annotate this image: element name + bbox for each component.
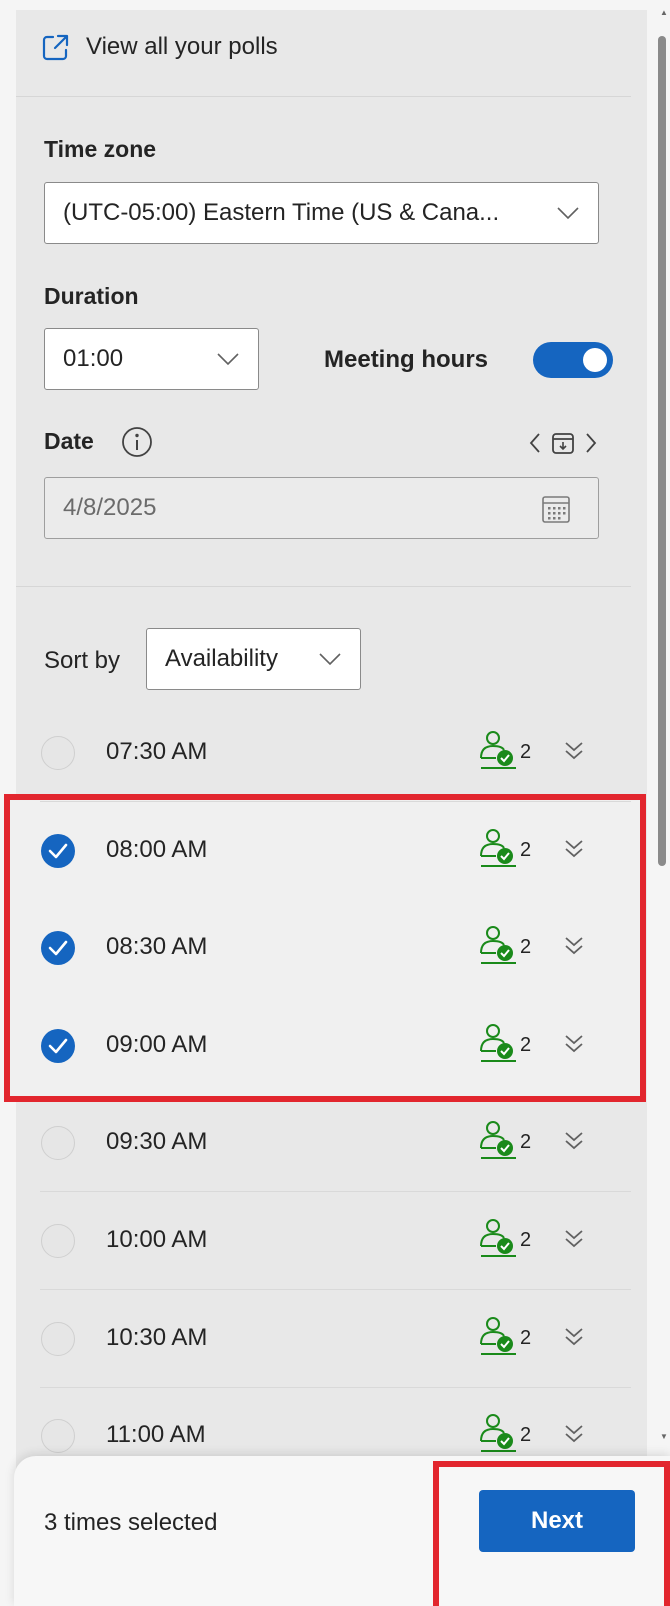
slot-time: 10:30 AM: [106, 1324, 208, 1351]
attendee-availability[interactable]: 2: [478, 1314, 531, 1356]
duration-value: 01:00: [63, 345, 124, 372]
chevron-down-icon: [557, 207, 579, 220]
expand-chevron-icon[interactable]: [561, 1031, 587, 1057]
slot-checkbox[interactable]: [41, 931, 75, 965]
scroll-down-arrow[interactable]: ▼: [660, 1432, 668, 1441]
expand-chevron-icon[interactable]: [561, 836, 587, 862]
attendee-count: 2: [520, 936, 532, 958]
slot-checkbox[interactable]: [41, 1224, 75, 1258]
date-value: 4/8/2025: [63, 494, 157, 521]
time-slot-row[interactable]: 09:00 AM 2: [16, 999, 631, 1095]
slot-checkbox[interactable]: [41, 736, 75, 770]
checkmark-icon: [48, 843, 68, 859]
attendee-count: 2: [520, 1424, 532, 1446]
previous-date-icon[interactable]: [528, 431, 542, 455]
slot-checkbox[interactable]: [41, 1126, 75, 1160]
scroll-up-arrow[interactable]: ▲: [660, 8, 668, 17]
attendee-availability[interactable]: 2: [478, 826, 531, 868]
expand-chevron-icon[interactable]: [561, 1324, 587, 1350]
attendee-availability[interactable]: 2: [478, 1021, 531, 1063]
row-divider: [40, 1191, 631, 1192]
expand-chevron-icon[interactable]: [561, 1128, 587, 1154]
attendee-availability[interactable]: 2: [478, 923, 531, 965]
meeting-hours-label: Meeting hours: [324, 346, 489, 373]
divider: [16, 586, 631, 587]
slot-time: 07:30 AM: [106, 738, 208, 765]
slot-checkbox[interactable]: [41, 1029, 75, 1063]
next-date-icon[interactable]: [584, 431, 598, 455]
slot-checkbox[interactable]: [41, 1419, 75, 1453]
attendees-available-icon: [480, 926, 516, 964]
duration-label: Duration: [44, 283, 139, 309]
time-zone-value: (UTC-05:00) Eastern Time (US & Cana...: [63, 199, 500, 226]
divider: [16, 96, 631, 97]
slot-checkbox[interactable]: [41, 1322, 75, 1356]
attendees-available-icon: [480, 731, 516, 769]
attendee-count: 2: [520, 839, 532, 861]
time-slot-row[interactable]: 08:00 AM 2: [16, 804, 631, 900]
attendees-available-icon: [480, 1317, 516, 1355]
scrollbar-thumb[interactable]: [658, 36, 666, 866]
view-all-polls-label: View all your polls: [86, 33, 278, 60]
sort-by-label: Sort by: [44, 647, 121, 674]
attendee-count: 2: [520, 1327, 532, 1349]
time-slot-row[interactable]: 10:00 AM 2: [16, 1194, 631, 1290]
info-icon[interactable]: [120, 425, 154, 459]
attendees-available-icon: [480, 1219, 516, 1257]
checkmark-icon: [48, 1038, 68, 1054]
slot-time: 09:30 AM: [106, 1128, 208, 1155]
sort-by-value: Availability: [165, 645, 278, 672]
expand-chevron-icon[interactable]: [561, 1421, 587, 1447]
meeting-hours-toggle[interactable]: [533, 342, 613, 378]
time-zone-dropdown[interactable]: (UTC-05:00) Eastern Time (US & Cana...: [44, 182, 599, 244]
attendees-available-icon: [480, 1024, 516, 1062]
calendar-icon[interactable]: [540, 493, 572, 525]
time-slot-row[interactable]: 10:30 AM 2: [16, 1292, 631, 1388]
checkmark-icon: [48, 940, 68, 956]
date-field[interactable]: 4/8/2025: [44, 477, 599, 539]
attendees-available-icon: [480, 829, 516, 867]
attendee-count: 2: [520, 1034, 532, 1056]
attendee-availability[interactable]: 2: [478, 1411, 531, 1453]
attendee-count: 2: [520, 741, 532, 763]
attendee-count: 2: [520, 1131, 532, 1153]
selection-count: 3 times selected: [44, 1509, 218, 1536]
attendee-availability[interactable]: 2: [478, 1118, 531, 1160]
attendees-available-icon: [480, 1121, 516, 1159]
slot-time: 10:00 AM: [106, 1226, 208, 1253]
time-zone-label: Time zone: [44, 136, 157, 162]
expand-chevron-icon[interactable]: [561, 1226, 587, 1252]
date-label: Date: [44, 428, 94, 454]
time-slot-row[interactable]: 09:30 AM 2: [16, 1096, 631, 1192]
row-divider: [40, 1387, 631, 1388]
toggle-knob: [583, 348, 607, 372]
chevron-down-icon: [217, 353, 239, 366]
time-slot-row[interactable]: 08:30 AM 2: [16, 901, 631, 997]
attendees-available-icon: [480, 1414, 516, 1452]
expand-chevron-icon[interactable]: [561, 933, 587, 959]
slot-time: 11:00 AM: [106, 1421, 206, 1448]
view-all-polls-link[interactable]: View all your polls: [40, 30, 278, 64]
slot-time: 08:30 AM: [106, 933, 208, 960]
open-external-icon: [42, 34, 69, 61]
attendee-availability[interactable]: 2: [478, 1216, 531, 1258]
sort-by-dropdown[interactable]: Availability: [146, 628, 361, 690]
row-divider: [40, 801, 631, 802]
slot-checkbox[interactable]: [41, 834, 75, 868]
today-calendar-icon[interactable]: [550, 430, 576, 456]
slot-time: 09:00 AM: [106, 1031, 208, 1058]
expand-chevron-icon[interactable]: [561, 738, 587, 764]
row-divider: [40, 1289, 631, 1290]
time-slot-row[interactable]: 07:30 AM 2: [16, 706, 631, 802]
chevron-down-icon: [319, 653, 341, 666]
attendee-availability[interactable]: 2: [478, 728, 531, 770]
slot-time: 08:00 AM: [106, 836, 208, 863]
duration-dropdown[interactable]: 01:00: [44, 328, 259, 390]
attendee-count: 2: [520, 1229, 532, 1251]
next-button-annotation: [433, 1461, 670, 1606]
